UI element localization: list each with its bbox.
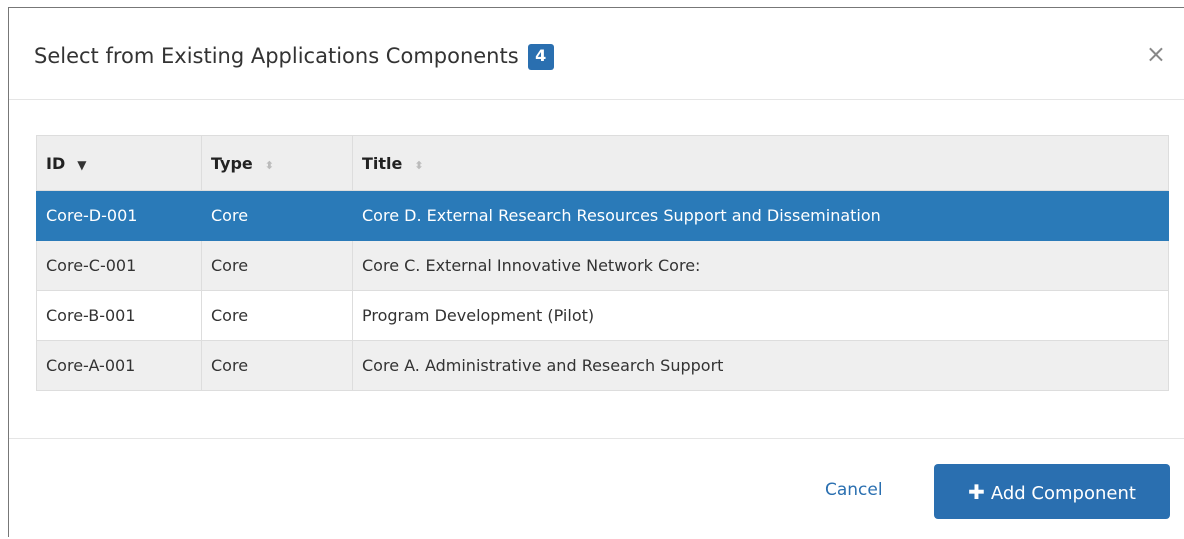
plus-icon: ✚ [968,479,985,504]
column-header-title-label: Title [362,153,403,173]
count-badge: 4 [527,44,554,70]
cell-type: Core [201,190,353,241]
add-component-button[interactable]: ✚ Add Component [934,464,1170,519]
modal-title-text: Select from Existing Applications Compon… [34,44,519,68]
cell-id: Core-D-001 [36,190,202,241]
cell-type: Core [201,290,353,341]
table-row[interactable]: Core-C-001 Core Core C. External Innovat… [36,240,1169,291]
column-header-id[interactable]: ID ▼ [36,135,202,191]
table-row[interactable]: Core-B-001 Core Program Development (Pil… [36,290,1169,341]
sort-desc-icon: ▼ [77,157,87,172]
table-row[interactable]: Core-A-001 Core Core A. Administrative a… [36,340,1169,391]
column-header-type[interactable]: Type ⬍ [201,135,353,191]
select-components-modal: Select from Existing Applications Compon… [8,7,1184,537]
cell-id: Core-C-001 [36,240,202,291]
column-header-id-label: ID [46,153,66,173]
cell-title: Core D. External Research Resources Supp… [352,190,1169,241]
modal-title: Select from Existing Applications Compon… [34,44,554,70]
cancel-button[interactable]: Cancel [825,480,883,500]
column-header-title[interactable]: Title ⬍ [352,135,1169,191]
table-header-row: ID ▼ Type ⬍ Title ⬍ [36,135,1169,191]
cell-type: Core [201,240,353,291]
cell-title: Core C. External Innovative Network Core… [352,240,1169,291]
sort-icon: ⬍ [414,158,424,172]
column-header-type-label: Type [211,153,253,173]
cell-type: Core [201,340,353,391]
close-icon[interactable]: × [1146,42,1166,66]
modal-header: Select from Existing Applications Compon… [9,8,1184,100]
cell-id: Core-B-001 [36,290,202,341]
cell-id: Core-A-001 [36,340,202,391]
cell-title: Core A. Administrative and Research Supp… [352,340,1169,391]
components-table: ID ▼ Type ⬍ Title ⬍ Core-D-001 Core Core D.… [36,135,1169,391]
cell-title: Program Development (Pilot) [352,290,1169,341]
modal-footer: Cancel ✚ Add Component [9,438,1184,539]
table-row[interactable]: Core-D-001 Core Core D. External Researc… [36,190,1169,241]
sort-icon: ⬍ [264,158,274,172]
add-component-label: Add Component [990,482,1136,504]
